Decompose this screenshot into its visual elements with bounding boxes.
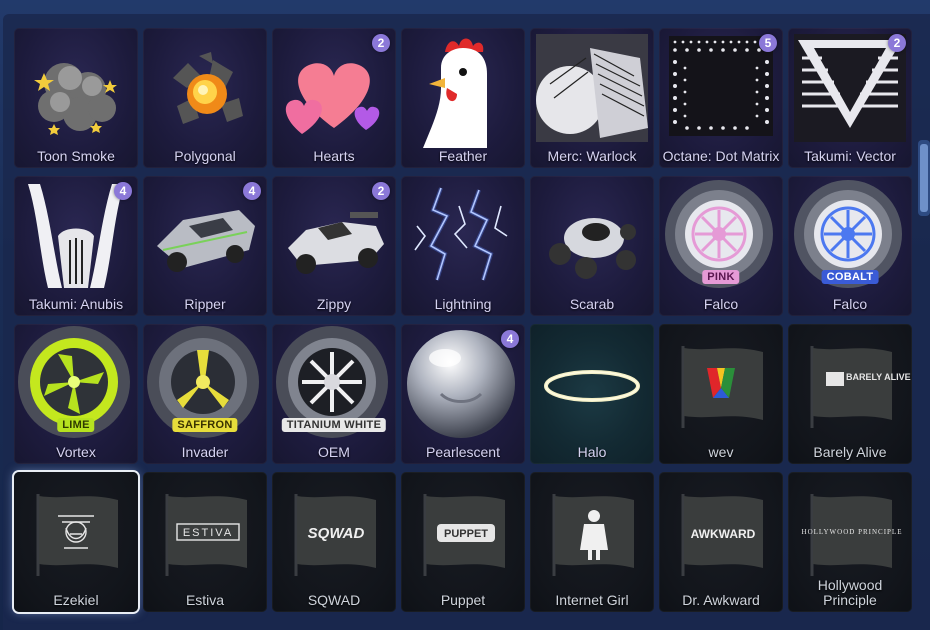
flag-logo-text: ESTIVA — [183, 527, 233, 539]
item-name: wev — [708, 444, 734, 460]
paint-badge: COBALT — [821, 270, 879, 284]
item-name: Zippy — [316, 296, 352, 312]
item-name: Takumi: Anubis — [28, 296, 124, 312]
scrollbar[interactable] — [918, 140, 930, 216]
item-name: Invader — [181, 444, 229, 460]
item-name: Estiva — [185, 592, 225, 608]
item-name: Feather — [438, 148, 488, 164]
flag-icon: ESTIVA — [165, 494, 247, 576]
item-tile[interactable]: Merc: Warlock — [530, 28, 654, 168]
item-tile[interactable]: TITANIUM WHITE OEM — [272, 324, 396, 464]
item-count-badge: 2 — [372, 34, 390, 52]
flag-logo-text: AWKWARD — [691, 527, 756, 541]
item-name: Scarab — [569, 296, 615, 312]
item-count-badge: 4 — [243, 182, 261, 200]
item-name: OEM — [318, 444, 350, 460]
item-tile[interactable]: 4 Takumi: Anubis — [14, 176, 138, 316]
item-name: Takumi: Vector — [804, 148, 896, 164]
item-tile[interactable]: PUPPET Puppet — [401, 472, 525, 612]
item-tile[interactable]: ESTIVA Estiva — [143, 472, 267, 612]
item-tile[interactable]: Scarab — [530, 176, 654, 316]
item-name: Polygonal — [174, 148, 236, 164]
item-tile[interactable]: HOLLYWOOD PRINCIPLE Hollywood Principle — [788, 472, 912, 612]
item-tile[interactable]: SAFFRON Invader — [143, 324, 267, 464]
item-tile[interactable]: Internet Girl — [530, 472, 654, 612]
item-name: Merc: Warlock — [547, 148, 637, 164]
item-name: Vortex — [56, 444, 96, 460]
paint-badge: TITANIUM WHITE — [281, 418, 387, 432]
item-name: Octane: Dot Matrix — [662, 148, 780, 164]
flag-icon: HOLLYWOOD PRINCIPLE — [802, 494, 903, 576]
paint-badge: PINK — [702, 270, 740, 284]
scrollbar-thumb[interactable] — [920, 144, 928, 212]
item-name: Ripper — [184, 296, 226, 312]
item-tile[interactable]: COBALT Falco — [788, 176, 912, 316]
item-name: Ezekiel — [53, 592, 99, 608]
item-name: Hollywood Principle — [817, 577, 883, 608]
item-tile[interactable]: Feather — [401, 28, 525, 168]
halo-icon — [544, 370, 640, 402]
item-name: Barely Alive — [813, 444, 887, 460]
item-tile[interactable]: 5 Octane: Dot Matrix — [659, 28, 783, 168]
flag-icon: SQWAD — [294, 494, 376, 576]
item-tile[interactable]: SQWAD SQWAD — [272, 472, 396, 612]
item-tile[interactable]: Halo — [530, 324, 654, 464]
paint-badge: LIME — [57, 418, 95, 432]
inventory-grid: Toon Smoke Polygonal 2 Hearts Feather Me… — [14, 28, 912, 612]
item-name: Toon Smoke — [37, 148, 115, 164]
item-tile[interactable]: 4 Ripper — [143, 176, 267, 316]
item-tile[interactable]: wev — [659, 324, 783, 464]
item-tile[interactable]: PINK Falco — [659, 176, 783, 316]
item-tile[interactable]: Toon Smoke — [14, 28, 138, 168]
flag-icon — [681, 346, 763, 428]
item-count-badge: 2 — [372, 182, 390, 200]
item-tile[interactable]: 2 Takumi: Vector — [788, 28, 912, 168]
item-count-badge: 5 — [759, 34, 777, 52]
polygonal-icon — [173, 52, 243, 124]
item-name: Falco — [703, 296, 739, 312]
item-count-badge: 4 — [114, 182, 132, 200]
flag-logo-text: BARELY ALIVE — [846, 372, 911, 382]
chicken-icon — [423, 38, 487, 148]
flag-icon: BARELY ALIVE — [810, 346, 911, 428]
item-tile[interactable]: AWKWARD Dr. Awkward — [659, 472, 783, 612]
item-name: Hearts — [313, 148, 355, 164]
item-count-badge: 4 — [501, 330, 519, 348]
item-name: SQWAD — [307, 592, 361, 608]
item-name: Falco — [832, 296, 868, 312]
item-tile[interactable]: 2 Hearts — [272, 28, 396, 168]
item-tile[interactable]: 4 Pearlescent — [401, 324, 525, 464]
item-tile[interactable]: Lightning — [401, 176, 525, 316]
flag-logo-text: PUPPET — [444, 528, 488, 540]
item-tile[interactable]: LIME Vortex — [14, 324, 138, 464]
flag-icon — [552, 494, 634, 576]
flag-logo-text: HOLLYWOOD PRINCIPLE — [802, 528, 903, 536]
flag-logo-text: SQWAD — [308, 525, 365, 542]
item-name: Pearlescent — [426, 444, 500, 460]
item-count-badge: 2 — [888, 34, 906, 52]
flag-icon: AWKWARD — [681, 494, 763, 576]
item-name: Lightning — [434, 296, 492, 312]
item-tile[interactable]: 2 Zippy — [272, 176, 396, 316]
lightning-icon — [414, 187, 508, 281]
paint-badge: SAFFRON — [172, 418, 238, 432]
scarab-car-icon — [549, 218, 636, 279]
item-tile[interactable]: Polygonal — [143, 28, 267, 168]
item-name: Puppet — [440, 592, 486, 608]
item-name: Dr. Awkward — [682, 592, 760, 608]
flag-icon — [36, 494, 118, 576]
item-name: Internet Girl — [555, 592, 629, 608]
item-tile[interactable]: Ezekiel — [14, 472, 138, 612]
item-name: Halo — [577, 444, 607, 460]
warlock-decal-icon — [536, 34, 648, 142]
item-tile[interactable]: BARELY ALIVE Barely Alive — [788, 324, 912, 464]
toon-smoke-icon — [34, 63, 117, 135]
flag-icon: PUPPET — [423, 494, 505, 576]
